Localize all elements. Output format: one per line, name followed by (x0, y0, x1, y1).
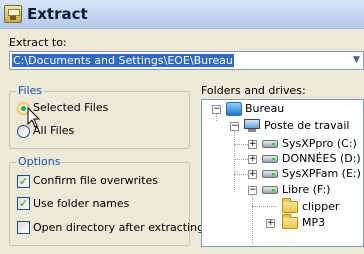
tree-item-drive-c[interactable]: + SysXPpro (C:) (202, 136, 362, 152)
drive-icon (262, 186, 278, 194)
desktop-icon (226, 102, 242, 116)
tree-item-drive-f[interactable]: − Libre (F:) (202, 182, 362, 198)
folder-icon (282, 198, 298, 213)
collapse-icon[interactable]: − (230, 122, 239, 131)
collapse-icon[interactable]: − (212, 105, 221, 114)
confirm-overwrites-label[interactable]: Confirm file overwrites (33, 174, 158, 187)
tree-item-label: DONNÉES (D:) (282, 152, 361, 165)
tree-item-label: SysXPFam (E:) (282, 167, 361, 180)
tree-item-drive-d[interactable]: + DONNÉES (D:) (202, 151, 362, 167)
extract-path-combobox[interactable]: C:\Documents and Settings\EOE\Bureau ▼ (9, 51, 364, 70)
tree-item-label: SysXPpro (C:) (282, 137, 357, 150)
expand-icon[interactable]: + (248, 155, 257, 164)
tree-item-label: Libre (F:) (282, 183, 331, 196)
folder-icon (282, 214, 298, 229)
tree-item-clipper[interactable]: clipper (202, 198, 362, 215)
confirm-overwrites-checkbox[interactable]: ✓ (17, 175, 30, 188)
tree-item-label: clipper (302, 200, 340, 213)
mouse-cursor-icon (27, 107, 41, 128)
archive-icon (4, 5, 22, 23)
tree-item-label: Bureau (245, 102, 285, 115)
options-group-title: Options (16, 155, 63, 168)
window-title: Extract (27, 5, 88, 23)
tree-item-drive-e[interactable]: + SysXPFam (E:) (202, 166, 362, 182)
use-folder-names-checkbox[interactable]: ✓ (17, 197, 30, 210)
tree-item-mp3[interactable]: + MP3 (202, 214, 362, 231)
expand-icon[interactable]: + (248, 170, 257, 179)
tree-item-poste-de-travail[interactable]: − Poste de travail (202, 118, 362, 134)
title-bar[interactable]: Extract (0, 0, 364, 29)
use-folder-names-label[interactable]: Use folder names (33, 197, 129, 210)
extract-to-label: Extract to: (9, 36, 67, 49)
expand-icon[interactable]: + (266, 219, 275, 228)
collapse-icon[interactable]: − (248, 186, 257, 195)
drive-icon (262, 170, 278, 178)
folder-tree[interactable]: − Bureau − Poste de travail + SysXPpro (… (201, 99, 364, 247)
tree-item-label: MP3 (302, 216, 326, 229)
tree-item-bureau[interactable]: − Bureau (202, 101, 362, 117)
open-directory-checkbox[interactable] (17, 221, 30, 234)
my-computer-icon (244, 119, 260, 132)
files-group-title: Files (16, 84, 45, 97)
chevron-down-icon[interactable]: ▼ (350, 52, 363, 69)
drive-icon (262, 155, 278, 163)
open-directory-label[interactable]: Open directory after extracting (33, 221, 204, 234)
tree-item-label: Poste de travail (264, 119, 350, 132)
expand-icon[interactable]: + (248, 140, 257, 149)
drive-icon (262, 140, 278, 148)
selected-files-label[interactable]: Selected Files (33, 101, 108, 114)
folders-drives-label: Folders and drives: (201, 84, 306, 97)
extract-path-value[interactable]: C:\Documents and Settings\EOE\Bureau (12, 54, 234, 67)
